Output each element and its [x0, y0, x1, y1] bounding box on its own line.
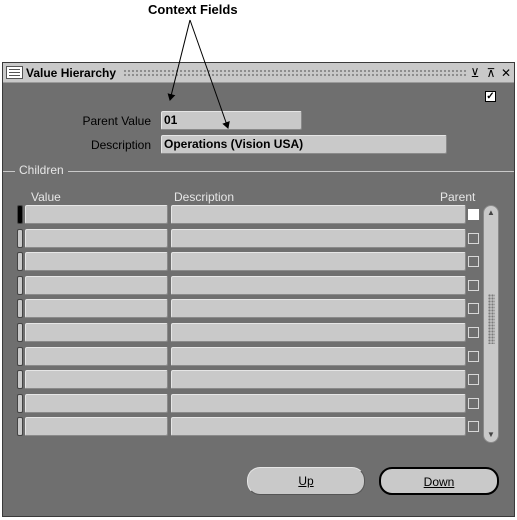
- children-group-divider: [3, 171, 514, 172]
- row-indicator[interactable]: [17, 346, 23, 366]
- parent-column-header: Parent: [440, 190, 476, 204]
- value-column-header: Value: [31, 190, 61, 204]
- child-description-cell[interactable]: [171, 323, 466, 342]
- child-value-cell[interactable]: [25, 205, 168, 224]
- row-indicator[interactable]: [17, 275, 23, 295]
- scroll-up-icon[interactable]: ▲: [486, 208, 496, 218]
- child-description-cell[interactable]: [171, 299, 466, 319]
- child-value-cell[interactable]: [25, 393, 168, 413]
- value-hierarchy-window: Value Hierarchy ⊻ ⊼ ✕ ✓ Parent Value 01 …: [2, 62, 515, 517]
- maximize-icon[interactable]: ⊼: [484, 66, 498, 80]
- parent-checkbox[interactable]: [468, 232, 479, 244]
- parent-value-label: Parent Value: [82, 114, 152, 128]
- child-value-cell[interactable]: [25, 370, 168, 390]
- title-bar[interactable]: Value Hierarchy ⊻ ⊼ ✕: [3, 63, 514, 83]
- child-value-cell[interactable]: [25, 417, 168, 437]
- row-indicator[interactable]: [17, 205, 23, 224]
- row-indicator[interactable]: [17, 299, 23, 319]
- description-label: Description: [90, 138, 151, 152]
- description-field[interactable]: Operations (Vision USA): [161, 135, 447, 154]
- row-indicator[interactable]: [17, 393, 23, 413]
- parent-checkbox[interactable]: [468, 209, 479, 220]
- description-column-header: Description: [174, 190, 235, 204]
- vertical-scrollbar[interactable]: ▲ ▼: [483, 205, 499, 443]
- scroll-down-icon[interactable]: ▼: [486, 430, 496, 440]
- window-checkbox[interactable]: ✓: [485, 91, 496, 102]
- up-button-label: Up: [298, 474, 314, 488]
- window-title: Value Hierarchy: [26, 66, 117, 80]
- child-value-cell[interactable]: [25, 299, 168, 319]
- child-description-cell[interactable]: [171, 252, 466, 272]
- row-indicator[interactable]: [17, 228, 23, 248]
- parent-checkbox[interactable]: [468, 327, 479, 338]
- scroll-thumb-grip[interactable]: [488, 294, 495, 344]
- parent-checkbox[interactable]: [468, 350, 479, 362]
- row-indicator[interactable]: [17, 370, 23, 390]
- child-description-cell[interactable]: [171, 205, 466, 224]
- parent-checkbox[interactable]: [468, 256, 479, 268]
- parent-checkbox[interactable]: [468, 421, 479, 433]
- window-icon: [6, 66, 23, 79]
- parent-checkbox[interactable]: [468, 397, 479, 409]
- down-button-label: Down: [423, 475, 455, 489]
- child-description-cell[interactable]: [171, 417, 466, 437]
- child-value-cell[interactable]: [25, 275, 168, 295]
- row-indicator[interactable]: [17, 417, 23, 437]
- child-description-cell[interactable]: [171, 228, 466, 248]
- parent-checkbox[interactable]: [468, 374, 479, 386]
- child-value-cell[interactable]: [25, 346, 168, 366]
- parent-value-field[interactable]: 01: [161, 111, 302, 130]
- children-group-title: Children: [15, 163, 68, 177]
- context-fields-annotation: Context Fields: [148, 2, 238, 17]
- child-description-cell[interactable]: [171, 393, 466, 413]
- parent-checkbox[interactable]: [468, 303, 479, 315]
- down-button[interactable]: Down: [379, 467, 499, 495]
- child-value-cell[interactable]: [25, 228, 168, 248]
- close-icon[interactable]: ✕: [499, 66, 513, 80]
- title-bar-texture: [123, 69, 468, 78]
- child-description-cell[interactable]: [171, 275, 466, 295]
- up-button[interactable]: Up: [247, 467, 365, 495]
- child-description-cell[interactable]: [171, 346, 466, 366]
- row-indicator[interactable]: [17, 323, 23, 342]
- minimize-icon[interactable]: ⊻: [468, 66, 482, 80]
- child-value-cell[interactable]: [25, 323, 168, 342]
- child-value-cell[interactable]: [25, 252, 168, 272]
- child-description-cell[interactable]: [171, 370, 466, 390]
- row-indicator[interactable]: [17, 252, 23, 272]
- parent-checkbox[interactable]: [468, 279, 479, 291]
